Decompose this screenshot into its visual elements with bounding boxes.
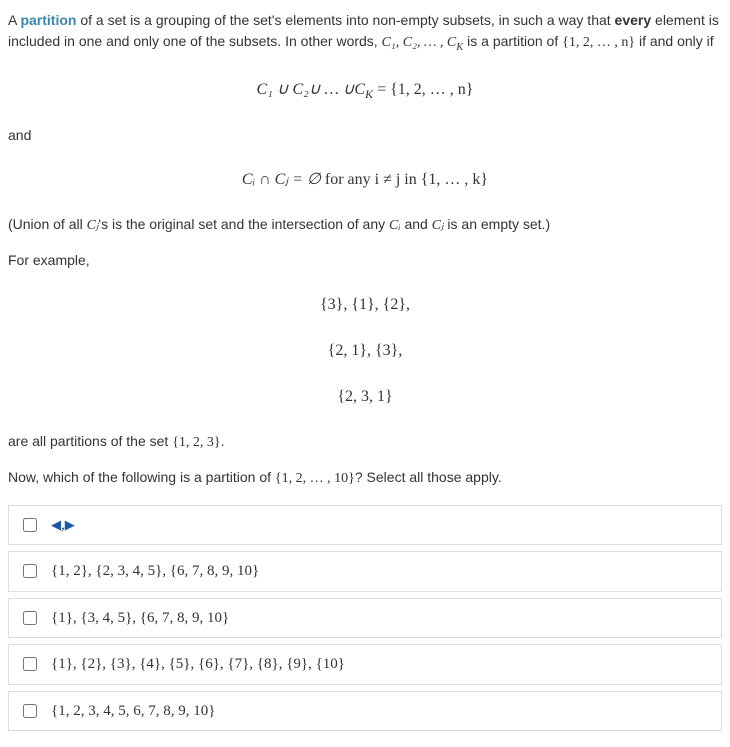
intro-set: {1, 2, … , n} (562, 35, 635, 50)
and-text: and (8, 125, 722, 146)
option-row-5[interactable]: {1, 2, 3, 4, 5, 6, 7, 8, 9, 10} (8, 691, 722, 732)
equation-union: C₁ ∪ C₂∪ … ∪CK = {1, 2, … , n} (8, 78, 722, 103)
note-t4: is an empty set.) (444, 216, 551, 232)
after-ex-t2: . (221, 433, 225, 449)
example-2: {2, 1}, {3}, (8, 339, 722, 363)
ex2-text: {2, 1}, {3}, (328, 342, 403, 359)
intro-seq-main: C₁, C₂, … , C (382, 35, 457, 50)
options-list: ◀,▶ {1, 2}, {2, 3, 4, 5}, {6, 7, 8, 9, 1… (8, 505, 722, 732)
question-text: Now, which of the following is a partiti… (8, 467, 722, 489)
option-checkbox-5[interactable] (23, 704, 37, 718)
note-t1: (Union of all (8, 216, 87, 232)
option-label-2: {1, 2}, {2, 3, 4, 5}, {6, 7, 8, 9, 10} (51, 560, 259, 583)
option-label-3: {1}, {3, 4, 5}, {6, 7, 8, 9, 10} (51, 607, 229, 630)
ex3-text: {2, 3, 1} (337, 388, 392, 405)
partition-term: partition (20, 12, 76, 28)
option-label-1: ◀,▶ (51, 514, 75, 537)
union-note: (Union of all Cⱼ's is the original set a… (8, 214, 722, 236)
option-row-3[interactable]: {1}, {3, 4, 5}, {6, 7, 8, 9, 10} (8, 598, 722, 639)
play-right-icon: ▶ (65, 517, 75, 532)
for-example: For example, (8, 250, 722, 271)
after-examples: are all partitions of the set {1, 2, 3}. (8, 431, 722, 453)
intro-text3: is a partition of (463, 33, 562, 49)
after-ex-set: {1, 2, 3} (172, 435, 220, 450)
note-cj2: Cⱼ (432, 218, 444, 233)
option-checkbox-4[interactable] (23, 657, 37, 671)
example-3: {2, 3, 1} (8, 385, 722, 409)
question-t2: ? Select all those apply. (355, 469, 502, 485)
note-t2: 's is the original set and the intersect… (98, 216, 389, 232)
example-1: {3}, {1}, {2}, (8, 293, 722, 317)
intro-seq: C₁, C₂, … , CK (382, 35, 464, 50)
option-checkbox-2[interactable] (23, 564, 37, 578)
note-ci: Cᵢ (389, 218, 401, 233)
question-t1: Now, which of the following is a partiti… (8, 469, 275, 485)
eq1-lhs: C₁ ∪ C₂∪ … ∪C (257, 81, 366, 98)
option-checkbox-1[interactable] (23, 518, 37, 532)
ex1-text: {3}, {1}, {2}, (320, 296, 410, 313)
option-row-2[interactable]: {1, 2}, {2, 3, 4, 5}, {6, 7, 8, 9, 10} (8, 551, 722, 592)
equation-intersection: Cᵢ ∩ Cⱼ = ∅ for any i ≠ j in {1, … , k} (8, 168, 722, 192)
intro-prefix: A (8, 12, 20, 28)
eq1-sub: K (365, 87, 373, 101)
note-t3: and (401, 216, 432, 232)
option-label-4: {1}, {2}, {3}, {4}, {5}, {6}, {7}, {8}, … (51, 653, 345, 676)
option-label-5: {1, 2, 3, 4, 5, 6, 7, 8, 9, 10} (51, 700, 215, 723)
note-cj: Cⱼ (87, 218, 99, 233)
eq1-rhs: = {1, 2, … , n} (373, 81, 473, 98)
option-row-1[interactable]: ◀,▶ (8, 505, 722, 546)
after-ex-t1: are all partitions of the set (8, 433, 172, 449)
option-checkbox-3[interactable] (23, 611, 37, 625)
intro-text1: of a set is a grouping of the set's elem… (76, 12, 614, 28)
eq2-lhs: Cᵢ ∩ Cⱼ = ∅ (242, 171, 321, 188)
option-row-4[interactable]: {1}, {2}, {3}, {4}, {5}, {6}, {7}, {8}, … (8, 644, 722, 685)
intro-text4: if and only if (635, 33, 714, 49)
eq2-rhs: for any i ≠ j in {1, … , k} (321, 171, 488, 188)
play-left-icon: ◀ (51, 517, 61, 532)
intro-every: every (615, 12, 652, 28)
intro-paragraph: A partition of a set is a grouping of th… (8, 10, 722, 56)
question-set: {1, 2, … , 10} (275, 471, 355, 486)
